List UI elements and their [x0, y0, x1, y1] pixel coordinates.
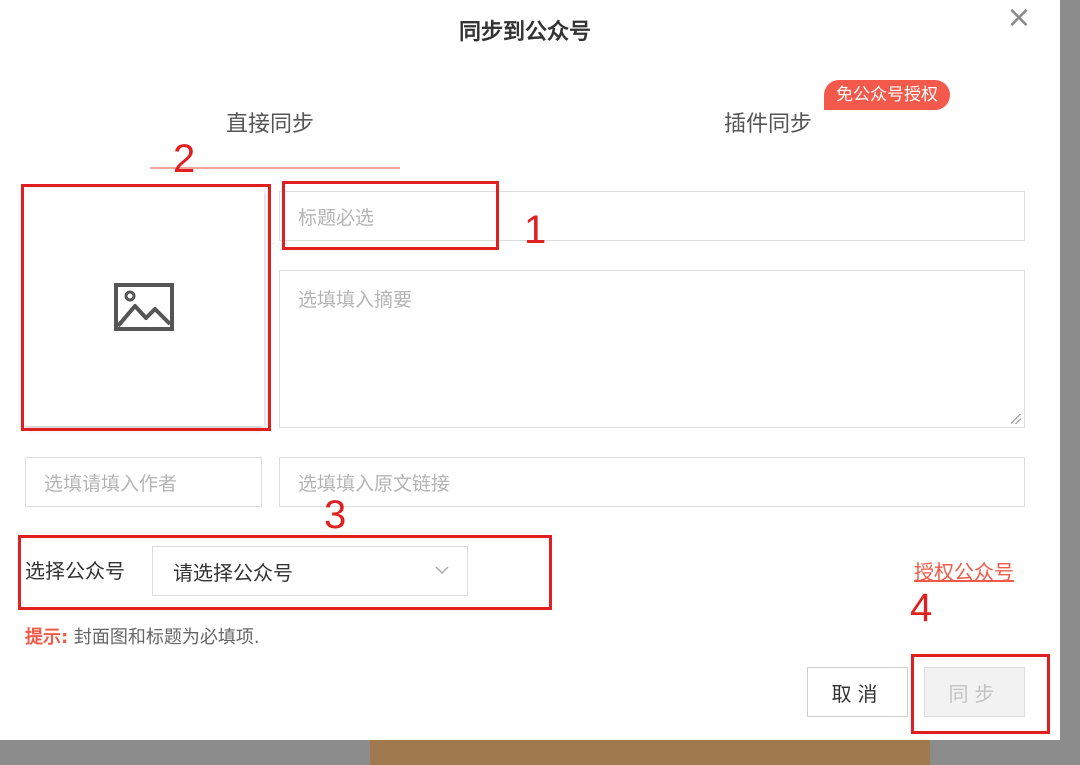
authorize-account-link[interactable]: 授权公众号 [914, 556, 1014, 585]
summary-textarea[interactable]: 选填填入摘要 [279, 270, 1025, 428]
summary-placeholder: 选填填入摘要 [298, 289, 413, 311]
cover-image-upload[interactable] [24, 188, 264, 426]
account-select-value: 请选择公众号 [173, 560, 293, 585]
annotation-number-4: 4 [910, 586, 933, 630]
hint-message: 封面图和标题为必填项. [68, 627, 260, 648]
hint-text: 提示: 封面图和标题为必填项. [25, 623, 260, 649]
author-input[interactable]: 选填请填入作者 [25, 457, 262, 507]
close-icon[interactable]: × [1004, 3, 1034, 34]
title-input[interactable]: 标题必选 [279, 191, 1025, 241]
account-select[interactable]: 请选择公众号 [152, 546, 468, 596]
no-auth-badge: 免公众号授权 [824, 80, 950, 110]
annotation-number-1: 1 [524, 208, 547, 252]
resize-grip-icon[interactable] [1011, 414, 1021, 424]
annotation-number-3: 3 [324, 493, 347, 537]
sync-button[interactable]: 同步 [924, 667, 1025, 717]
image-placeholder-icon [114, 283, 174, 331]
cancel-button[interactable]: 取消 [807, 667, 908, 717]
account-select-label: 选择公众号 [25, 559, 125, 583]
chevron-down-icon [435, 566, 449, 575]
hint-label: 提示: [25, 627, 69, 648]
tab-direct-sync[interactable]: 直接同步 [226, 106, 314, 138]
annotation-number-2: 2 [173, 137, 196, 181]
sync-dialog: 同步到公众号 × 直接同步 插件同步 免公众号授权 标题必选 选填填入摘要 选填… [0, 0, 1060, 740]
tab-plugin-sync[interactable]: 插件同步 [724, 106, 812, 138]
source-link-input[interactable]: 选填填入原文链接 [279, 457, 1025, 507]
dialog-title: 同步到公众号 [458, 20, 591, 45]
